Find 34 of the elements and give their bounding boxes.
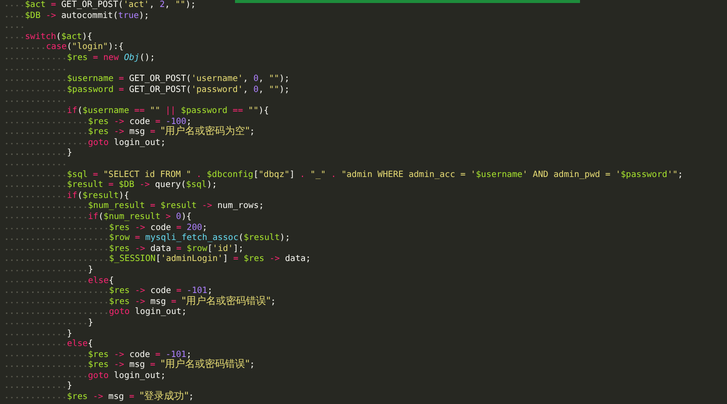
code-line: $res -> code = 200; (109, 222, 208, 233)
code-line: $username = GET_OR_POST('username', 0, ""); (67, 74, 290, 85)
code-line: $result = $DB -> query($sql); (67, 180, 218, 191)
code-line: } (67, 381, 72, 392)
code-line: if($num_result > 0){ (88, 212, 192, 222)
code-line: $act = GET_OR_POST('act', 2, ""); (25, 0, 196, 10)
code-line: $sql = "SELECT id FROM " . $dbconfig["dbqz"] . "_" . "admin WHERE admin_acc = '$username' AND admin_pwd = '$password'"; (67, 170, 683, 180)
code-line: $_SESSION['adminLogin'] = $res -> data; (109, 254, 311, 265)
code-line: } (67, 328, 72, 339)
code-line: $res -> msg = "用户名或密码错误"; (88, 360, 255, 371)
code-line: else{ (67, 339, 93, 350)
code-line: $num_result = $result -> num_rows; (88, 201, 264, 212)
code-line: $res -> code = -101; (109, 286, 213, 296)
code-line: goto login_out; (88, 370, 166, 382)
code-line: $res -> msg = "用户名或密码错误"; (109, 296, 276, 307)
code-line: else{ (88, 276, 114, 286)
code-line: $password = GET_OR_POST('password', 0, ""); (67, 84, 290, 96)
code-line: $res -> msg = "用户名或密码为空"; (88, 127, 255, 138)
code-line: case("login"):{ (46, 42, 124, 53)
code-line: $res -> code = -100; (88, 116, 192, 127)
code-line: $res -> msg = "登录成功"; (67, 392, 194, 402)
code-line: switch($act){ (25, 32, 92, 42)
code-line: } (67, 148, 72, 159)
code-line: $res -> code = -101; (88, 350, 192, 360)
code-line: goto login_out; (109, 307, 187, 318)
code-line: $res -> data = $row['id']; (109, 244, 244, 254)
code-line: } (88, 318, 94, 328)
code-line: } (88, 264, 94, 276)
code-line: if($username == "" || $password == ""){ (67, 106, 269, 116)
code-line: $DB -> autocommit(true); (25, 10, 150, 22)
code-line: if($result){ (67, 190, 130, 201)
code-line: $row = mysqli_fetch_assoc($result); (109, 233, 290, 244)
code-line: $res = new Obj(); (67, 53, 155, 64)
code-line: goto login_out; (88, 138, 166, 148)
